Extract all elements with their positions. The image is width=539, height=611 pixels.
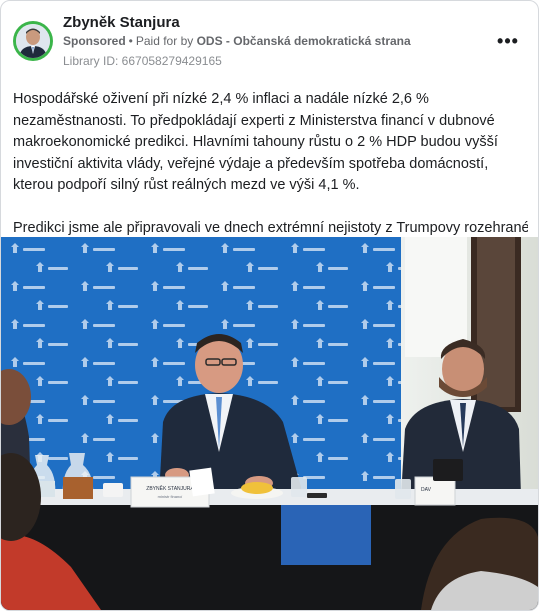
- nameplate-left-subtext: ministr financí: [158, 494, 184, 499]
- nameplate-right-text: DAV: [421, 487, 432, 493]
- meta-separator: •: [128, 34, 133, 48]
- nameplate-left-text: ZBYNĚK STANJURA: [146, 484, 194, 492]
- post-image[interactable]: ZBYNĚK STANJURA ministr financí DAV: [1, 237, 538, 610]
- library-id: Library ID: 667058279429165: [63, 54, 222, 68]
- post-paragraph-1: Hospodářské oživení při nízké 2,4 % infl…: [13, 91, 498, 193]
- more-options-button[interactable]: •••: [496, 29, 520, 53]
- ad-post-card: Zbyněk Stanjura Sponsored • Paid for by OD…: [0, 0, 539, 611]
- post-paragraph-2[interactable]: Predikci jsme ale připravovali ve dnech …: [13, 218, 528, 240]
- press-conference-photo: ZBYNĚK STANJURA ministr financí DAV: [1, 237, 538, 610]
- more-horizontal-icon: •••: [497, 31, 519, 51]
- sponsored-label: Sponsored: [63, 34, 126, 48]
- avatar-photo: [16, 24, 50, 58]
- paid-for-label: Paid for by: [135, 34, 194, 48]
- advertiser-link[interactable]: ODS - Občanská demokratická strana: [197, 34, 411, 48]
- sponsor-line: Sponsored • Paid for by ODS - Občanská dem…: [63, 34, 411, 48]
- author-name[interactable]: Zbyněk Stanjura: [63, 14, 180, 31]
- post-body: Hospodářské oživení při nízké 2,4 % infl…: [13, 89, 528, 239]
- author-avatar[interactable]: [13, 21, 53, 61]
